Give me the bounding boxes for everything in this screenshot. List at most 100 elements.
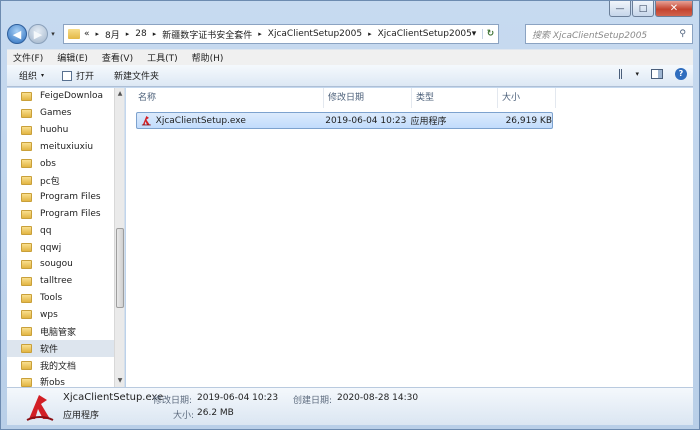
folder-icon (21, 343, 32, 353)
open-button[interactable]: 打开 (62, 69, 94, 82)
file-row[interactable]: XjcaClientSetup.exe 2019-06-04 10:23 应用程… (136, 112, 553, 129)
breadcrumb: « ▸ 8月 ▸ 28 ▸ 新疆数字证书安全套件 ▸ XjcaClientSet… (84, 28, 472, 41)
nav-item-label: Games (40, 108, 72, 119)
column-modified[interactable]: 修改日期 (324, 88, 412, 108)
breadcrumb-separator-icon[interactable]: ▸ (258, 30, 262, 38)
search-input[interactable]: 搜索 XjcaClientSetup2005 ⚲ (525, 24, 693, 44)
folder-icon (21, 377, 32, 387)
preview-pane-icon[interactable] (651, 69, 663, 79)
nav-item-label: pc包 (40, 176, 60, 187)
nav-item[interactable]: 电脑管家 (7, 323, 115, 340)
scroll-up-icon[interactable]: ▲ (115, 88, 125, 100)
nav-item[interactable]: pc包 (7, 172, 115, 189)
breadcrumb-separator-icon[interactable]: ▸ (368, 30, 372, 38)
search-icon[interactable]: ⚲ (679, 29, 686, 39)
nav-item[interactable]: qqwj (7, 239, 115, 256)
column-size[interactable]: 大小 (498, 88, 556, 108)
folder-icon (21, 360, 32, 370)
folder-tree: FeigeDownloa Games huohu meituxiuxiu obs pc包 P… (7, 88, 115, 390)
nav-item[interactable]: huohu (7, 122, 115, 139)
nav-item-label: sougou (40, 259, 73, 270)
menu-view[interactable]: 查看(V) (102, 51, 133, 64)
menu-edit[interactable]: 编辑(E) (57, 51, 88, 64)
nav-item[interactable]: Program Files (7, 189, 115, 206)
minimize-button[interactable]: — (609, 1, 631, 17)
nav-item-label: Program Files (40, 208, 101, 219)
nav-item[interactable]: Games (7, 105, 115, 122)
folder-icon (21, 259, 32, 269)
forward-button[interactable]: ▶ (28, 24, 48, 44)
nav-item[interactable]: wps (7, 306, 115, 323)
new-folder-button[interactable]: 新建文件夹 (114, 69, 159, 82)
nav-item[interactable]: obs (7, 155, 115, 172)
nav-item-label: obs (40, 158, 56, 169)
nav-item-label: qqwj (40, 242, 62, 253)
scroll-thumb[interactable] (116, 228, 124, 308)
organize-label: 组织 (19, 72, 38, 82)
breadcrumb-item[interactable]: 8月 (105, 28, 120, 41)
nav-item[interactable]: talltree (7, 273, 115, 290)
folder-icon (21, 209, 32, 219)
search-placeholder: 搜索 XjcaClientSetup2005 (532, 30, 648, 41)
column-type[interactable]: 类型 (412, 88, 498, 108)
file-list: 名称 修改日期 类型 大小 XjcaClientSetup.exe 2019-0… (126, 88, 693, 387)
details-modified-value: 2019-06-04 10:23 (197, 393, 279, 403)
breadcrumb-item[interactable]: 28 (135, 29, 146, 39)
breadcrumb-item[interactable]: XjcaClientSetup2005 (268, 29, 362, 39)
nav-scrollbar[interactable]: ▲ ▼ (114, 88, 124, 387)
details-pane: XjcaClientSetup.exe 应用程序 修改日期: 2019-06-0… (7, 387, 693, 425)
details-file-name: XjcaClientSetup.exe (63, 392, 164, 403)
details-size-label: 大小: (173, 411, 195, 421)
nav-item-label: 软件 (40, 344, 59, 355)
scroll-down-icon[interactable]: ▼ (115, 375, 125, 387)
nav-item[interactable]: 我的文档 (7, 357, 115, 374)
menu-file[interactable]: 文件(F) (13, 51, 43, 64)
nav-item[interactable]: qq (7, 222, 115, 239)
nav-item-label: talltree (40, 276, 73, 287)
nav-item[interactable]: Tools (7, 290, 115, 307)
chevron-down-icon: ▾ (41, 72, 45, 79)
breadcrumb-overflow[interactable]: « (84, 29, 90, 39)
nav-item[interactable]: FeigeDownloa (7, 88, 115, 105)
maximize-button[interactable]: □ (632, 1, 654, 17)
breadcrumb-separator-icon[interactable]: ▸ (126, 30, 130, 38)
folder-icon (21, 310, 32, 320)
refresh-icon[interactable]: ↻ (482, 29, 498, 39)
chevron-down-icon[interactable]: ▾ (635, 70, 639, 78)
address-bar[interactable]: « ▸ 8月 ▸ 28 ▸ 新疆数字证书安全套件 ▸ XjcaClientSet… (63, 24, 499, 44)
navigation-row: ◀ ▶ ▾ « ▸ 8月 ▸ 28 ▸ 新疆数字证书安全套件 ▸ XjcaCli… (7, 22, 693, 46)
folder-icon (21, 276, 32, 286)
nav-item-label: Tools (40, 292, 63, 303)
nav-item[interactable]: sougou (7, 256, 115, 273)
details-size-value: 26.2 MB (197, 408, 234, 418)
folder-icon (21, 125, 32, 135)
nav-item[interactable]: 软件 (7, 339, 115, 357)
nav-item[interactable]: meituxiuxiu (7, 138, 115, 155)
nav-item-label: qq (40, 225, 52, 236)
close-button[interactable]: ✕ (655, 1, 693, 17)
recent-pages-dropdown[interactable]: ▾ (48, 30, 58, 38)
menu-tools[interactable]: 工具(T) (147, 51, 178, 64)
file-type: 应用程序 (410, 117, 447, 127)
file-size: 26,919 KB (505, 115, 552, 126)
breadcrumb-item[interactable]: 新疆数字证书安全套件 (162, 28, 252, 41)
breadcrumb-separator-icon[interactable]: ▸ (96, 30, 100, 38)
nav-item-label: 电脑管家 (40, 328, 77, 339)
details-created-label: 创建日期: (293, 396, 333, 406)
column-headers: 名称 修改日期 类型 大小 (134, 88, 556, 108)
menu-help[interactable]: 帮助(H) (192, 51, 224, 64)
app-icon (141, 116, 151, 126)
column-name[interactable]: 名称 (134, 88, 324, 108)
folder-icon (21, 243, 32, 253)
folder-icon (68, 29, 80, 39)
breadcrumb-separator-icon[interactable]: ▸ (153, 30, 157, 38)
back-button[interactable]: ◀ (7, 24, 27, 44)
nav-item-label: FeigeDownloa (40, 91, 103, 102)
nav-item[interactable]: Program Files (7, 206, 115, 223)
address-dropdown-icon[interactable]: ▾ (466, 29, 482, 39)
help-icon[interactable]: ? (675, 68, 687, 80)
breadcrumb-item[interactable]: XjcaClientSetup2005 (378, 29, 472, 39)
view-options-icon[interactable] (619, 69, 631, 79)
organize-button[interactable]: 组织 ▾ (19, 69, 44, 82)
folder-icon (21, 293, 32, 303)
